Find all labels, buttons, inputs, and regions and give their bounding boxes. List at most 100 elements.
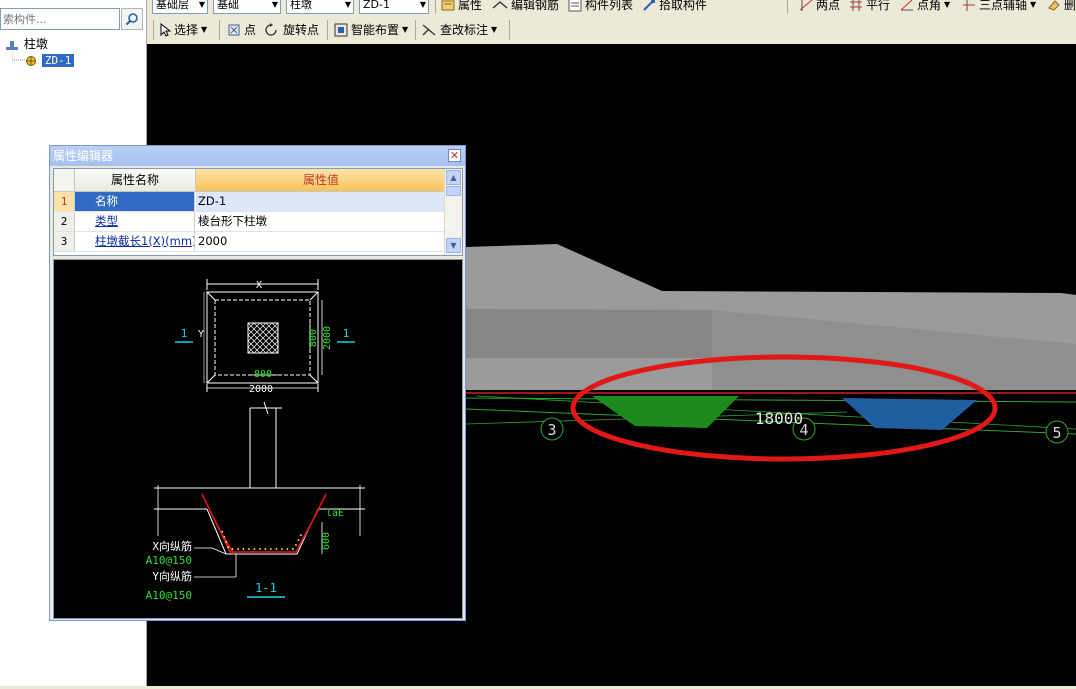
toolbar-separator bbox=[435, 0, 436, 14]
outer-horizontal-dim: 2000 bbox=[249, 384, 273, 395]
x-rebar-label: X向纵筋 bbox=[152, 539, 192, 553]
delete-label: 删 bbox=[1064, 0, 1076, 12]
rotate-point-tool-button[interactable]: 旋转点 bbox=[264, 20, 319, 40]
property-editor-title: 属性编辑器 bbox=[53, 149, 114, 163]
select-tool-label: 选择 bbox=[174, 23, 199, 37]
component-type-select[interactable]: 柱墩 ▼ bbox=[286, 0, 354, 14]
smart-layout-button[interactable]: 智能布置 ▼ bbox=[334, 20, 408, 40]
property-name[interactable]: 名称 bbox=[75, 192, 195, 211]
select-tool-button[interactable]: 选择 ▼ bbox=[159, 20, 207, 40]
column-pier-green-block bbox=[592, 396, 739, 428]
list-icon bbox=[568, 0, 582, 12]
chevron-down-icon: ▼ bbox=[450, 241, 457, 250]
toolbar-separator bbox=[787, 0, 788, 14]
vertical-scrollbar[interactable]: ▲ ▼ bbox=[444, 169, 462, 255]
slab-front-face bbox=[466, 309, 712, 358]
eyedropper-icon bbox=[643, 0, 655, 11]
property-row[interactable]: 3 柱墩截长1(X)(mm) 2000 bbox=[54, 232, 446, 252]
property-value-header: 属性值 bbox=[196, 169, 446, 192]
scroll-up-button[interactable]: ▲ bbox=[446, 170, 461, 185]
component-list-button[interactable]: 构件列表 bbox=[568, 0, 633, 15]
parallel-axis-button[interactable]: 平行 bbox=[849, 0, 890, 15]
point-tool-label: 点 bbox=[244, 23, 257, 37]
point-tool-button[interactable]: 点 bbox=[227, 20, 256, 40]
tree-node-selected-label: ZD-1 bbox=[41, 54, 75, 67]
chevron-down-icon[interactable]: ▼ bbox=[491, 20, 497, 40]
two-points-axis-button[interactable]: 两点 bbox=[799, 0, 840, 15]
eraser-icon bbox=[1048, 0, 1060, 11]
smart-layout-icon bbox=[334, 23, 348, 37]
column-pier-category-icon bbox=[6, 40, 18, 50]
property-grid[interactable]: 属性名称 属性值 1 名称 ZD-1 2 类型 棱台形下柱墩 3 柱墩截长1(X… bbox=[53, 168, 463, 256]
axis-marker-5: 5 bbox=[1045, 420, 1069, 444]
delete-axis-button[interactable]: 删 bbox=[1047, 0, 1076, 15]
pick-component-button[interactable]: 拾取构件 bbox=[642, 0, 707, 15]
close-button[interactable]: ✕ bbox=[448, 149, 461, 162]
property-name[interactable]: 柱墩截长1(X)(mm) bbox=[75, 232, 195, 251]
search-icon bbox=[125, 13, 138, 26]
property-grid-header: 属性名称 属性值 bbox=[54, 169, 446, 192]
search-button[interactable] bbox=[121, 8, 143, 30]
component-search-box[interactable] bbox=[0, 8, 121, 30]
three-point-axis-button[interactable]: 三点辅轴 ▼ bbox=[962, 0, 1036, 15]
property-row[interactable]: 1 名称 ZD-1 bbox=[54, 192, 446, 212]
axis-label-3: 3 bbox=[547, 421, 556, 439]
chevron-up-icon: ▲ bbox=[450, 173, 457, 182]
plan-view: X Y 1 1 800 2000 800 2000 bbox=[175, 279, 355, 395]
chevron-down-icon[interactable]: ▼ bbox=[1030, 0, 1036, 15]
point-angle-button[interactable]: 点角 ▼ bbox=[900, 0, 950, 15]
property-icon bbox=[441, 0, 455, 11]
property-name[interactable]: 类型 bbox=[75, 212, 195, 231]
component-select[interactable]: ZD-1 ▼ bbox=[359, 0, 429, 14]
inner-vertical-dim: 800 bbox=[308, 329, 319, 347]
floor-select[interactable]: 基础层 ▼ bbox=[152, 0, 208, 14]
edit-rebar-button[interactable]: 编辑钢筋 bbox=[492, 0, 559, 15]
section-mark-right: 1 bbox=[343, 327, 350, 340]
scrollbar-thumb[interactable] bbox=[446, 186, 461, 196]
toolbar-separator bbox=[219, 20, 220, 40]
two-points-label: 两点 bbox=[816, 0, 841, 12]
depth-dim: 600 bbox=[321, 532, 332, 550]
schematic-canvas: X Y 1 1 800 2000 800 2000 laE 600 X向纵筋 A… bbox=[146, 279, 365, 602]
section-view: laE 600 X向纵筋 A10@150 Y向纵筋 A10@150 1-1 bbox=[146, 401, 365, 602]
chevron-down-icon[interactable]: ▼ bbox=[944, 0, 950, 15]
y-rebar-label: Y向纵筋 bbox=[152, 569, 192, 583]
dimension-label: 18000 bbox=[755, 409, 803, 428]
category-select[interactable]: 基础 ▼ bbox=[213, 0, 281, 14]
property-row[interactable]: 2 类型 棱台形下柱墩 bbox=[54, 212, 446, 232]
edit-rebar-button-label: 编辑钢筋 bbox=[511, 0, 560, 12]
three-point-axis-icon bbox=[963, 0, 975, 11]
property-value[interactable]: 2000 bbox=[196, 232, 444, 251]
check-label-button[interactable]: 查改标注 ▼ bbox=[421, 20, 497, 40]
toolbar-separator bbox=[327, 20, 328, 40]
point-place-icon bbox=[228, 24, 240, 36]
chevron-down-icon[interactable]: ▼ bbox=[201, 20, 207, 40]
check-label-label: 查改标注 bbox=[440, 23, 489, 37]
axis-line bbox=[465, 397, 1076, 403]
tree-node-column-pier[interactable]: 柱墩 bbox=[4, 36, 48, 52]
chevron-down-icon[interactable]: ▼ bbox=[402, 20, 408, 40]
row-index-header bbox=[54, 169, 75, 192]
toolbar-separator bbox=[415, 20, 416, 40]
check-label-icon bbox=[422, 24, 436, 36]
property-name-header: 属性名称 bbox=[75, 169, 196, 192]
inner-horizontal-dim: 800 bbox=[254, 369, 272, 380]
toolbar-grip bbox=[153, 20, 154, 40]
component-list-button-label: 构件列表 bbox=[585, 0, 634, 12]
category-select-value: 基础 bbox=[217, 0, 239, 11]
point-angle-label: 点角 bbox=[917, 0, 942, 12]
property-button[interactable]: 属性 bbox=[441, 0, 482, 15]
parallel-icon bbox=[850, 0, 862, 11]
plan-y-label: Y bbox=[198, 329, 204, 340]
rotate-icon bbox=[265, 23, 277, 36]
property-value[interactable]: 棱台形下柱墩 bbox=[196, 212, 444, 231]
component-type-select-value: 柱墩 bbox=[290, 0, 312, 11]
property-editor-titlebar[interactable]: 属性编辑器 ✕ bbox=[50, 146, 465, 166]
component-schematic-drawing: X Y 1 1 800 2000 800 2000 laE 600 X向纵筋 A… bbox=[53, 259, 463, 619]
tree-node-zd1[interactable]: ZD-1 bbox=[24, 52, 75, 68]
property-editor-window[interactable]: 属性编辑器 ✕ 属性名称 属性值 1 名称 ZD-1 2 类型 棱台形下柱墩 3… bbox=[49, 145, 466, 621]
scroll-down-button[interactable]: ▼ bbox=[446, 238, 461, 253]
component-select-value: ZD-1 bbox=[363, 0, 390, 11]
property-value[interactable]: ZD-1 bbox=[196, 192, 444, 211]
component-search-input[interactable] bbox=[1, 9, 121, 29]
